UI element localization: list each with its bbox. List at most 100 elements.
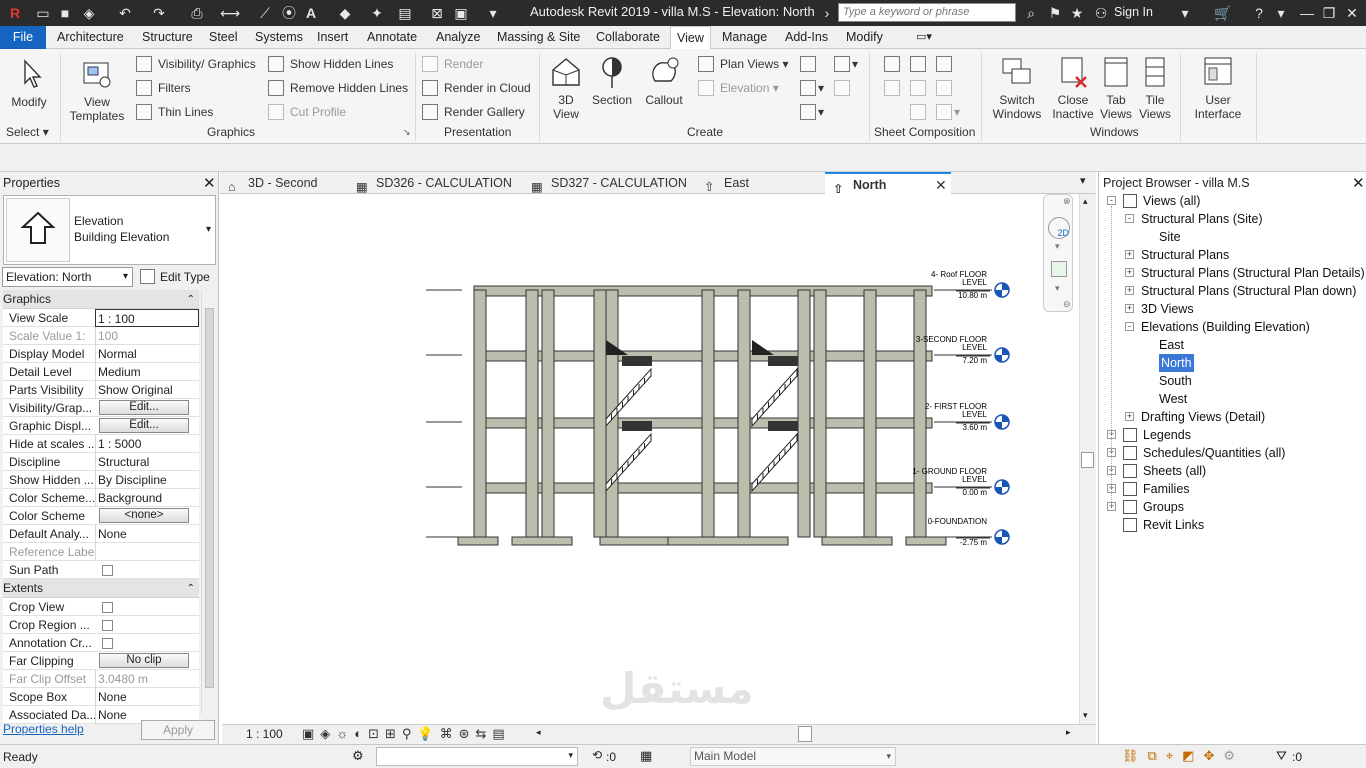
property-edit-button[interactable]: Edit...	[99, 418, 189, 433]
help-icon[interactable]: ?	[1250, 4, 1268, 22]
design-option-selector[interactable]: Main Model ▾	[690, 747, 896, 766]
user-interface-button[interactable]: User Interface	[1188, 55, 1248, 121]
instance-selector[interactable]: Elevation: North ▾	[2, 267, 133, 287]
property-value[interactable]: Background	[95, 489, 199, 507]
select-underlay-icon[interactable]: ⧉	[1148, 748, 1166, 763]
navbar-options-icon[interactable]: ⊖	[1063, 299, 1071, 310]
browser-node[interactable]: East	[1159, 336, 1184, 354]
dialog-launcher-icon[interactable]: ↘	[403, 127, 411, 138]
expand-toggle-icon[interactable]: -	[1125, 322, 1134, 331]
close-inactive-button[interactable]: Close Inactive	[1048, 55, 1098, 121]
property-value[interactable]: None	[95, 688, 199, 706]
browser-node[interactable]: North	[1159, 354, 1194, 372]
close-window-icon[interactable]: ✕	[1343, 4, 1361, 22]
minimize-icon[interactable]: —	[1298, 4, 1316, 22]
tab-add-ins[interactable]: Add-Ins	[785, 26, 828, 49]
worksets-icon[interactable]: ⚙	[352, 748, 364, 764]
show-hidden-lines-button[interactable]: Show Hidden Lines	[268, 55, 393, 73]
elevation-button[interactable]: Elevation ▾	[698, 79, 779, 97]
select-by-face-icon[interactable]: ◩	[1182, 748, 1203, 763]
tab-sd326[interactable]: ▦ SD326 - CALCULATION	[348, 172, 520, 194]
shadows-icon[interactable]: ◐	[354, 726, 368, 741]
switch-windows-icon[interactable]: ▣	[452, 4, 470, 22]
tab-architecture[interactable]: Architecture	[57, 26, 124, 49]
thin-lines-icon[interactable]: ▤	[396, 4, 414, 22]
text-icon[interactable]: A	[302, 4, 320, 22]
cart-icon[interactable]: 🛒	[1214, 4, 1232, 22]
switch-windows-button[interactable]: Switch Windows	[990, 55, 1044, 121]
matchline-button[interactable]	[936, 79, 954, 97]
editing-requests-icon[interactable]: ⟲	[592, 748, 602, 762]
sheet-button[interactable]	[884, 55, 902, 73]
browser-node[interactable]: Structural Plans	[1141, 246, 1229, 264]
user-icon[interactable]: ⚇	[1092, 4, 1110, 22]
undo-icon[interactable]: ↶	[116, 4, 134, 22]
drafting-view-button[interactable]	[800, 55, 818, 73]
revit-logo-icon[interactable]: R	[6, 4, 24, 22]
binoculars-icon[interactable]: ⌕	[1022, 4, 1040, 22]
expand-toggle-icon[interactable]: +	[1125, 412, 1134, 421]
tab-view[interactable]: View	[670, 26, 711, 50]
wheel-dropdown-icon[interactable]: ▾	[1055, 241, 1060, 252]
sun-path-icon[interactable]: ☼	[336, 726, 354, 741]
filters-button[interactable]: Filters	[136, 79, 191, 97]
expand-toggle-icon[interactable]: +	[1125, 268, 1134, 277]
property-value-input[interactable]: 1 : 100	[95, 309, 199, 327]
browser-node[interactable]: Revit Links	[1143, 516, 1204, 534]
canvas-scroll-thumb[interactable]	[1081, 452, 1094, 468]
legends-button[interactable]: ▾	[800, 103, 824, 121]
property-edit-button[interactable]: <none>	[99, 508, 189, 523]
scroll-down-icon[interactable]: ▾	[1083, 710, 1088, 721]
browser-node[interactable]: Site	[1159, 228, 1181, 246]
guide-grid-button[interactable]	[910, 79, 928, 97]
property-edit-button[interactable]: Edit...	[99, 400, 189, 415]
hscroll-left-icon[interactable]: ◂	[536, 727, 541, 738]
close-hidden-icon[interactable]: ⊠	[428, 4, 446, 22]
3d-view-button[interactable]: 3D View	[545, 55, 587, 121]
browser-node[interactable]: Elevations (Building Elevation)	[1141, 318, 1310, 336]
property-value[interactable]: Medium	[95, 363, 199, 381]
section-button[interactable]: Section	[589, 55, 635, 107]
browser-node[interactable]: Drafting Views (Detail)	[1141, 408, 1265, 426]
zoom-dropdown-icon[interactable]: ▾	[1055, 283, 1060, 294]
scope-box-button[interactable]	[834, 79, 852, 97]
temporary-hide-icon[interactable]: ⚲	[402, 726, 418, 741]
property-checkbox[interactable]	[102, 565, 113, 576]
tab-structure[interactable]: Structure	[142, 26, 193, 49]
browser-node[interactable]: South	[1159, 372, 1192, 390]
drawing-canvas[interactable]: 4- Roof FLOOR LEVEL 10.80 m 3-SECOND FLOOR L…	[222, 194, 1079, 724]
tab-annotate[interactable]: Annotate	[367, 26, 417, 49]
title-block-button[interactable]	[936, 55, 954, 73]
measure-icon[interactable]: ⟷	[220, 4, 240, 22]
schedules-button[interactable]: ▾	[834, 55, 858, 73]
property-checkbox[interactable]	[102, 638, 113, 649]
scroll-up-icon[interactable]: ▴	[1083, 196, 1088, 207]
drag-on-selection-icon[interactable]: ✥	[1203, 748, 1223, 763]
highlight-icon[interactable]: ▤	[492, 726, 510, 741]
sign-in-dropdown-icon[interactable]: ▾	[1176, 4, 1194, 22]
browser-node[interactable]: Structural Plans (Site)	[1141, 210, 1263, 228]
tab-systems[interactable]: Systems	[255, 26, 303, 49]
select-panel-title[interactable]: Select ▾	[6, 125, 49, 139]
expand-toggle-icon[interactable]: +	[1125, 250, 1134, 259]
hscroll-right-icon[interactable]: ▸	[1066, 727, 1071, 738]
tab-steel[interactable]: Steel	[209, 26, 238, 49]
placeholder-sheet-button[interactable]	[910, 55, 928, 73]
plan-views-button[interactable]: Plan Views ▾	[698, 55, 789, 73]
workset-selector[interactable]: ▾	[376, 747, 578, 766]
section-icon[interactable]: ✦	[368, 4, 386, 22]
tab-sd327[interactable]: ▦ SD327 - CALCULATION	[523, 172, 695, 194]
property-checkbox[interactable]	[102, 620, 113, 631]
browser-node[interactable]: Families	[1143, 480, 1190, 498]
close-properties-icon[interactable]: ✕	[203, 174, 216, 192]
view-reference-button[interactable]	[910, 103, 928, 121]
expand-toggle-icon[interactable]: +	[1125, 286, 1134, 295]
property-checkbox[interactable]	[102, 602, 113, 613]
viewports-button[interactable]: ▾	[936, 103, 960, 121]
group-header-graphics[interactable]: Graphics ⌃	[3, 290, 199, 309]
tab-massing-site[interactable]: Massing & Site	[497, 26, 580, 49]
tab-overflow-icon[interactable]: ▾	[1080, 174, 1086, 187]
render-button[interactable]: Render	[422, 55, 483, 73]
property-value[interactable]: None	[95, 525, 199, 543]
browser-node[interactable]: West	[1159, 390, 1187, 408]
